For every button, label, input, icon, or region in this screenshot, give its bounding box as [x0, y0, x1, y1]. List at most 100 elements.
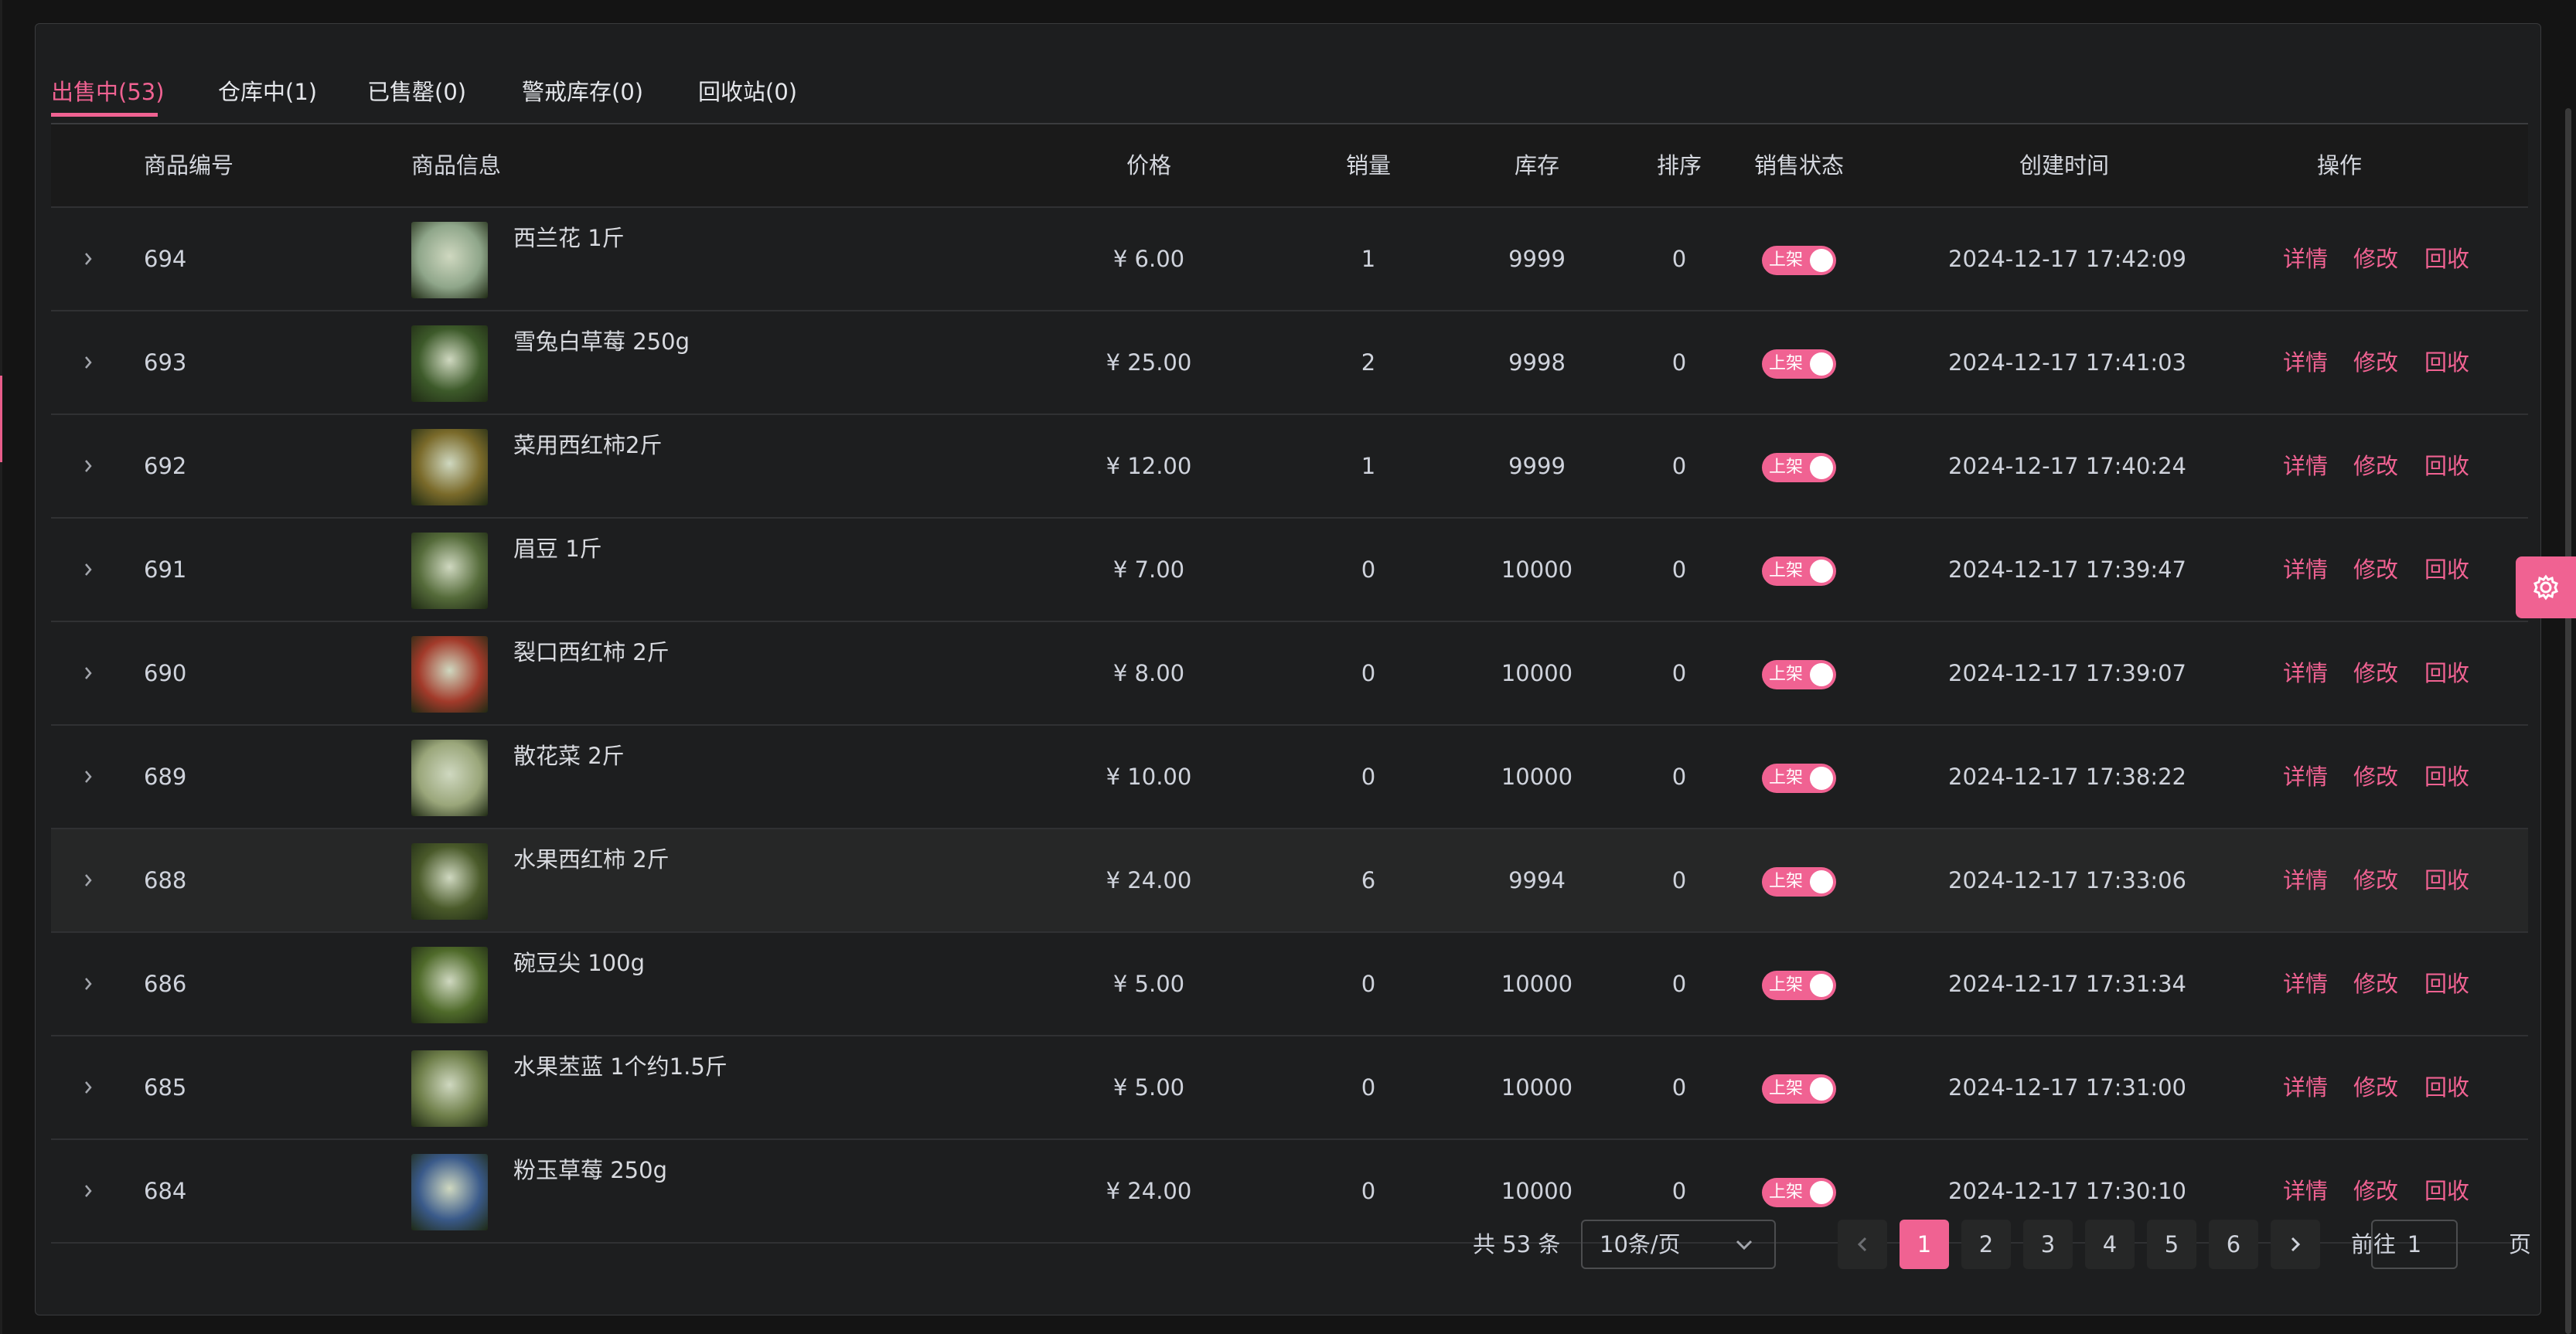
header-created: 创建时间	[2019, 152, 2109, 179]
recycle-link[interactable]: 回收	[2424, 311, 2469, 413]
expand-row-icon[interactable]	[73, 726, 104, 828]
recycle-link[interactable]: 回收	[2424, 415, 2469, 517]
product-price: ¥ 25.00	[1106, 349, 1192, 376]
expand-row-icon[interactable]	[73, 829, 104, 931]
settings-button[interactable]	[2516, 556, 2576, 618]
tab-sold-out[interactable]: 已售罄(0)	[367, 78, 466, 106]
prev-page-button[interactable]	[1838, 1220, 1887, 1269]
sale-status-toggle[interactable]: 上架	[1762, 1074, 1836, 1104]
expand-row-icon[interactable]	[73, 519, 104, 621]
next-page-button[interactable]	[2271, 1220, 2320, 1269]
product-sales: 1	[1361, 246, 1376, 272]
edit-link[interactable]: 修改	[2353, 208, 2398, 310]
edit-link[interactable]: 修改	[2353, 1036, 2398, 1138]
sale-status-toggle[interactable]: 上架	[1762, 246, 1836, 275]
sale-status-toggle[interactable]: 上架	[1762, 764, 1836, 793]
sale-status-toggle[interactable]: 上架	[1762, 453, 1836, 482]
page-size-select[interactable]: 10条/页	[1581, 1220, 1776, 1269]
table-body: 694 西兰花 1斤 ¥ 6.00 1 9999 0 上架 2024-12-17 17:42:…	[51, 208, 2528, 1244]
page-scrollbar[interactable]	[2565, 108, 2571, 1334]
detail-link[interactable]: 详情	[2283, 933, 2328, 1035]
edit-link[interactable]: 修改	[2353, 415, 2398, 517]
recycle-link[interactable]: 回收	[2424, 519, 2469, 621]
detail-link[interactable]: 详情	[2283, 415, 2328, 517]
detail-link[interactable]: 详情	[2283, 1036, 2328, 1138]
edit-link[interactable]: 修改	[2353, 829, 2398, 931]
product-thumbnail	[411, 1050, 488, 1127]
product-sales: 6	[1361, 867, 1376, 893]
recycle-link[interactable]: 回收	[2424, 208, 2469, 310]
edit-link[interactable]: 修改	[2353, 622, 2398, 724]
product-sales: 0	[1361, 971, 1376, 997]
recycle-link[interactable]: 回收	[2424, 726, 2469, 828]
product-thumbnail	[411, 429, 488, 505]
toggle-knob	[1810, 1181, 1833, 1204]
sale-status-toggle[interactable]: 上架	[1762, 660, 1836, 689]
edit-link[interactable]: 修改	[2353, 519, 2398, 621]
expand-row-icon[interactable]	[73, 933, 104, 1035]
toggle-label: 上架	[1769, 1183, 1804, 1202]
edit-link[interactable]: 修改	[2353, 311, 2398, 413]
detail-link[interactable]: 详情	[2283, 622, 2328, 724]
tab-in-warehouse[interactable]: 仓库中(1)	[218, 78, 317, 106]
sale-status-toggle[interactable]: 上架	[1762, 556, 1836, 586]
table-row: 689 散花菜 2斤 ¥ 10.00 0 10000 0 上架 2024-12-17 17:3…	[51, 726, 2528, 829]
sale-status-toggle[interactable]: 上架	[1762, 867, 1836, 897]
expand-row-icon[interactable]	[73, 1036, 104, 1138]
expand-row-icon[interactable]	[73, 311, 104, 413]
product-sales: 0	[1361, 1178, 1376, 1204]
detail-link[interactable]: 详情	[2283, 208, 2328, 310]
toggle-label: 上架	[1769, 975, 1804, 995]
header-ops: 操作	[2316, 152, 2362, 179]
product-table: 商品编号 商品信息 价格 销量 库存 排序 销售状态 创建时间 操作 694 西兰…	[51, 124, 2528, 1244]
product-name: 水果西红柿 2斤	[513, 846, 670, 873]
toggle-knob	[1810, 560, 1833, 583]
tab-recycle-bin[interactable]: 回收站(0)	[698, 78, 797, 106]
product-price: ¥ 24.00	[1106, 1178, 1192, 1204]
tab-low-stock[interactable]: 警戒库存(0)	[522, 78, 643, 106]
detail-link[interactable]: 详情	[2283, 829, 2328, 931]
header-sales: 销量	[1345, 152, 1391, 179]
page-button-6[interactable]: 6	[2209, 1220, 2258, 1269]
product-price: ¥ 12.00	[1106, 453, 1192, 479]
tab-on-sale[interactable]: 出售中(53)	[51, 78, 165, 117]
sale-status-toggle[interactable]: 上架	[1762, 1178, 1836, 1207]
expand-row-icon[interactable]	[73, 208, 104, 310]
page-button-5[interactable]: 5	[2147, 1220, 2196, 1269]
recycle-link[interactable]: 回收	[2424, 829, 2469, 931]
product-name: 裂口西红柿 2斤	[513, 639, 670, 665]
created-time: 2024-12-17 17:41:03	[1948, 349, 2186, 376]
toggle-knob	[1810, 456, 1833, 479]
product-list-card: 出售中(53) 仓库中(1) 已售罄(0) 警戒库存(0) 回收站(0) 商品编…	[35, 23, 2541, 1315]
expand-row-icon[interactable]	[73, 622, 104, 724]
detail-link[interactable]: 详情	[2283, 726, 2328, 828]
table-row: 686 碗豆尖 100g ¥ 5.00 0 10000 0 上架 2024-12-17 17:…	[51, 933, 2528, 1036]
product-thumbnail	[411, 843, 488, 920]
page-suffix: 页	[2509, 1231, 2532, 1257]
page-button-1[interactable]: 1	[1900, 1220, 1949, 1269]
toggle-knob	[1810, 767, 1833, 790]
sale-status-toggle[interactable]: 上架	[1762, 349, 1836, 379]
recycle-link[interactable]: 回收	[2424, 1036, 2469, 1138]
product-price: ¥ 6.00	[1113, 246, 1185, 272]
expand-row-icon[interactable]	[73, 415, 104, 517]
edit-link[interactable]: 修改	[2353, 726, 2398, 828]
detail-link[interactable]: 详情	[2283, 519, 2328, 621]
product-stock: 10000	[1501, 764, 1573, 790]
header-info: 商品信息	[411, 152, 502, 179]
header-stock: 库存	[1514, 152, 1559, 179]
page-button-3[interactable]: 3	[2023, 1220, 2073, 1269]
page-button-2[interactable]: 2	[1961, 1220, 2011, 1269]
recycle-link[interactable]: 回收	[2424, 622, 2469, 724]
sale-status-toggle[interactable]: 上架	[1762, 971, 1836, 1000]
product-stock: 9999	[1508, 246, 1566, 272]
toggle-label: 上架	[1769, 354, 1804, 373]
edit-link[interactable]: 修改	[2353, 933, 2398, 1035]
recycle-link[interactable]: 回收	[2424, 933, 2469, 1035]
expand-row-icon[interactable]	[73, 1140, 104, 1242]
detail-link[interactable]: 详情	[2283, 311, 2328, 413]
goto-page-input[interactable]	[2371, 1220, 2458, 1269]
product-name: 粉玉草莓 250g	[513, 1157, 667, 1183]
page-button-4[interactable]: 4	[2085, 1220, 2135, 1269]
product-stock: 10000	[1501, 660, 1573, 686]
